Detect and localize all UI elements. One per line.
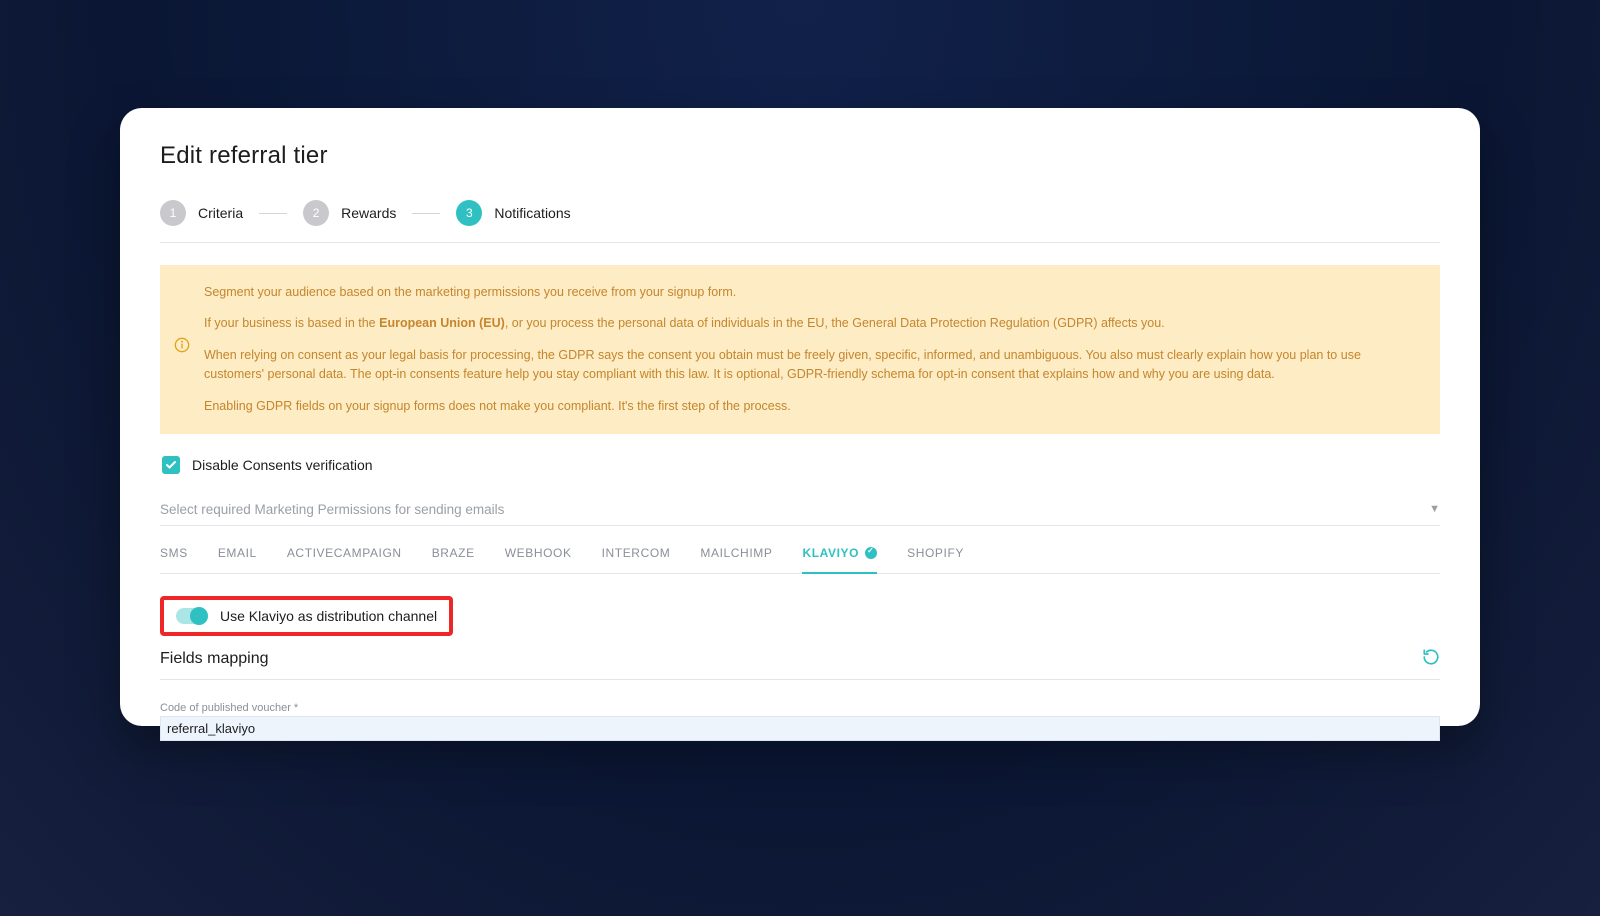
- tab-label: SHOPIFY: [907, 546, 964, 560]
- tab-sms[interactable]: SMS: [160, 542, 188, 573]
- tab-label: BRAZE: [432, 546, 475, 560]
- channel-tabs: SMS EMAIL ACTIVECAMPAIGN BRAZE WEBHOOK I…: [160, 530, 1440, 574]
- step-content: Segment your audience based on the marke…: [160, 243, 1440, 741]
- restore-icon[interactable]: [1422, 648, 1440, 671]
- step-notifications[interactable]: 3 Notifications: [456, 200, 570, 226]
- step-connector: [259, 213, 287, 214]
- gdpr-notice: Segment your audience based on the marke…: [160, 265, 1440, 434]
- settings-card: Edit referral tier 1 Criteria 2 Rewards …: [120, 108, 1480, 726]
- notice-paragraph: When relying on consent as your legal ba…: [204, 346, 1418, 385]
- disable-consents-row[interactable]: Disable Consents verification: [162, 456, 1440, 474]
- tab-intercom[interactable]: INTERCOM: [602, 542, 671, 573]
- disable-consents-label: Disable Consents verification: [192, 457, 373, 473]
- page-title: Edit referral tier: [160, 142, 1440, 170]
- tab-label: EMAIL: [218, 546, 257, 560]
- notice-text: , or you process the personal data of in…: [505, 316, 1165, 330]
- notice-paragraph: Enabling GDPR fields on your signup form…: [204, 397, 1418, 416]
- tab-klaviyo[interactable]: KLAVIYO: [802, 542, 877, 574]
- notice-text: If your business is based in the: [204, 316, 379, 330]
- tab-label: SMS: [160, 546, 188, 560]
- tab-label: MAILCHIMP: [700, 546, 772, 560]
- step-connector: [412, 213, 440, 214]
- voucher-code-field: Code of published voucher *: [160, 702, 1440, 741]
- klaviyo-toggle-label: Use Klaviyo as distribution channel: [220, 608, 437, 624]
- tab-label: KLAVIYO: [802, 546, 859, 560]
- tab-email[interactable]: EMAIL: [218, 542, 257, 573]
- notice-paragraph: Segment your audience based on the marke…: [204, 283, 1418, 302]
- notice-paragraph: If your business is based in the Europea…: [204, 314, 1418, 333]
- step-rewards[interactable]: 2 Rewards: [303, 200, 396, 226]
- disable-consents-checkbox[interactable]: [162, 456, 180, 474]
- check-badge-icon: [865, 547, 877, 559]
- voucher-code-label: Code of published voucher *: [160, 702, 1440, 714]
- klaviyo-toggle-highlight: Use Klaviyo as distribution channel: [160, 596, 453, 636]
- step-label: Criteria: [198, 205, 243, 221]
- notice-bold: European Union (EU): [379, 316, 505, 330]
- tab-shopify[interactable]: SHOPIFY: [907, 542, 964, 573]
- info-icon: [174, 283, 190, 416]
- notice-body: Segment your audience based on the marke…: [204, 283, 1418, 416]
- marketing-permissions-select[interactable]: Select required Marketing Permissions fo…: [160, 496, 1440, 526]
- step-criteria[interactable]: 1 Criteria: [160, 200, 243, 226]
- chevron-down-icon: ▼: [1429, 503, 1440, 515]
- step-number: 1: [160, 200, 186, 226]
- tab-label: INTERCOM: [602, 546, 671, 560]
- tab-label: WEBHOOK: [505, 546, 572, 560]
- step-number: 3: [456, 200, 482, 226]
- tab-mailchimp[interactable]: MAILCHIMP: [700, 542, 772, 573]
- step-label: Rewards: [341, 205, 396, 221]
- voucher-code-input[interactable]: [160, 716, 1440, 741]
- klaviyo-toggle[interactable]: [176, 608, 208, 624]
- fields-mapping-header: Fields mapping: [160, 642, 1440, 680]
- step-number: 2: [303, 200, 329, 226]
- tab-braze[interactable]: BRAZE: [432, 542, 475, 573]
- tab-webhook[interactable]: WEBHOOK: [505, 542, 572, 573]
- tab-activecampaign[interactable]: ACTIVECAMPAIGN: [287, 542, 402, 573]
- tab-label: ACTIVECAMPAIGN: [287, 546, 402, 560]
- stepper: 1 Criteria 2 Rewards 3 Notifications: [160, 200, 1440, 243]
- fields-mapping-title: Fields mapping: [160, 650, 269, 668]
- select-placeholder: Select required Marketing Permissions fo…: [160, 502, 504, 517]
- step-label: Notifications: [494, 205, 570, 221]
